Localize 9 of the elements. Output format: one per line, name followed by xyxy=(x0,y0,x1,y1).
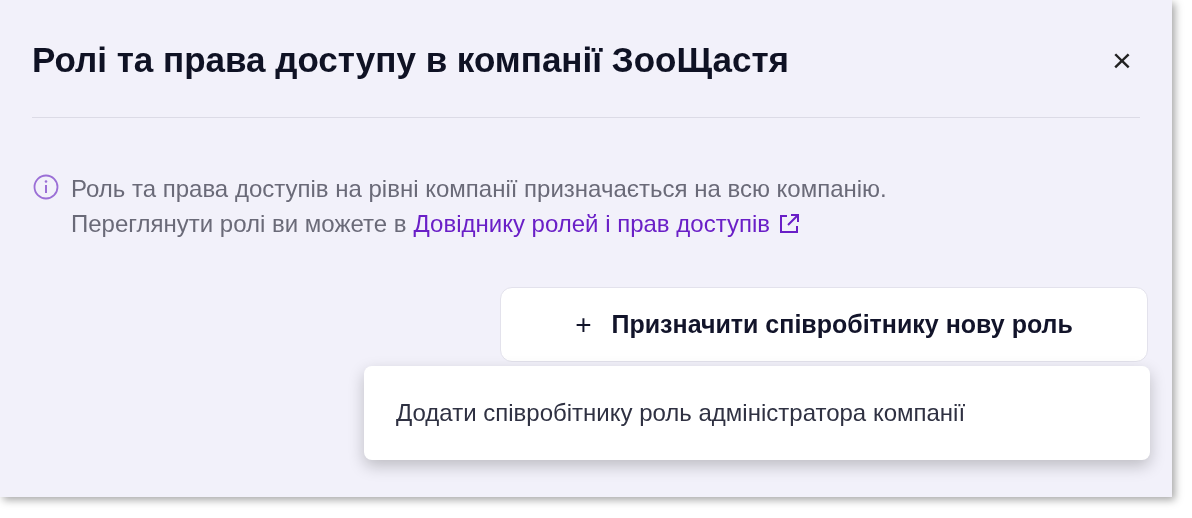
reference-link[interactable]: Довіднику ролей і прав доступів xyxy=(413,206,770,241)
info-text: Роль та права доступів на рівні компанії призначається на всю компанію. xyxy=(71,174,887,204)
close-button[interactable]: × xyxy=(1102,40,1142,80)
dialog-title: Ролі та права доступу в компанії ЗооЩастя xyxy=(32,38,790,81)
assign-role-button[interactable]: + Призначити співробітнику нову роль xyxy=(500,287,1148,362)
info-text: Переглянути ролі ви можете в xyxy=(71,209,407,239)
plus-icon: + xyxy=(575,303,592,346)
menu-item[interactable]: Додати співробітнику роль адміністратора компанії xyxy=(396,395,1118,431)
info-icon xyxy=(33,174,59,200)
